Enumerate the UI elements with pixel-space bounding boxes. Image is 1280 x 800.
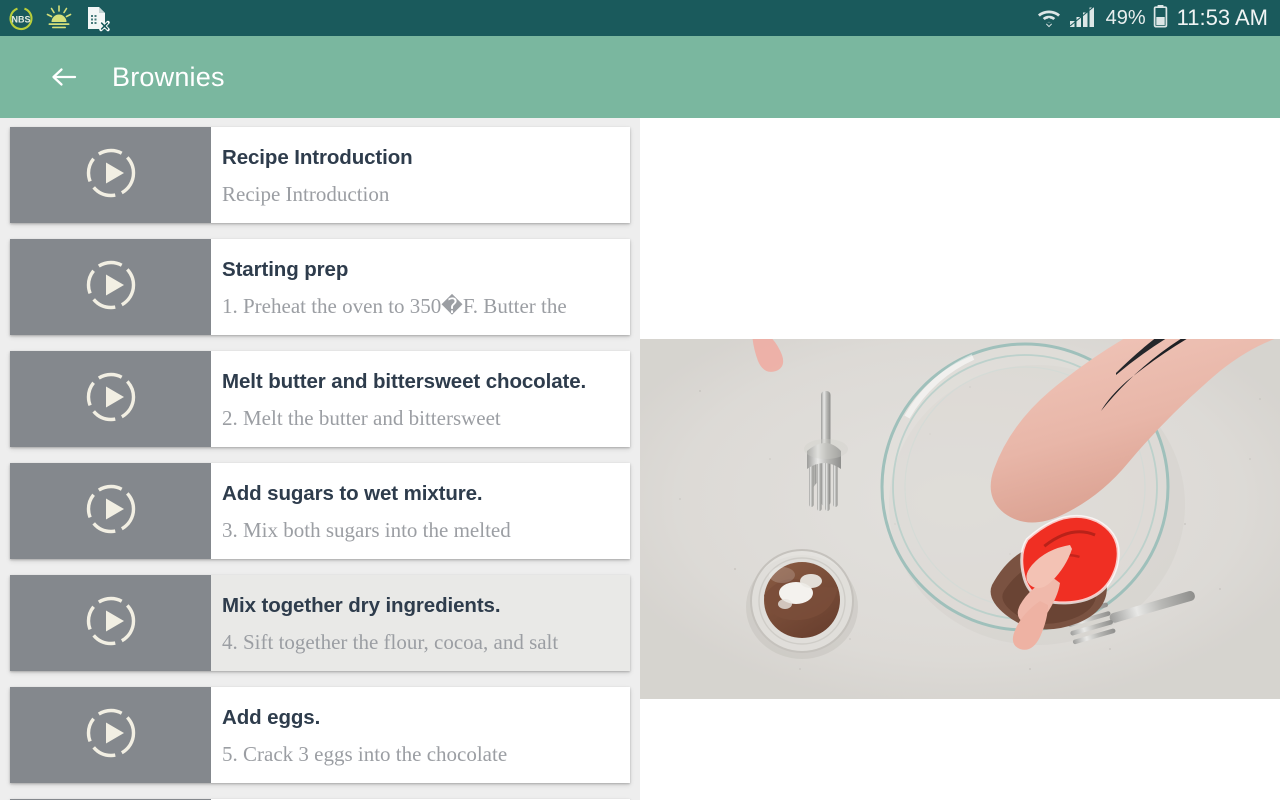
- step-subtitle: Recipe Introduction: [222, 181, 390, 206]
- play-circle-icon: [83, 145, 139, 206]
- step-thumbnail[interactable]: [10, 575, 211, 671]
- video-pane: [640, 118, 1280, 800]
- step-thumbnail[interactable]: [10, 463, 211, 559]
- step-text-block: Mix together dry ingredients. 4. Sift tog…: [211, 575, 630, 671]
- step-text-block: Add sugars to wet mixture. 3. Mix both su…: [211, 463, 630, 559]
- recipe-step-item[interactable]: Add sugars to wet mixture. 3. Mix both su…: [10, 463, 630, 559]
- step-thumbnail[interactable]: [10, 351, 211, 447]
- recipe-step-item[interactable]: Add eggs. 5. Crack 3 eggs into the chocol…: [10, 687, 630, 783]
- step-title: Add eggs.: [222, 705, 321, 729]
- recipe-step-video[interactable]: [640, 339, 1280, 699]
- step-subtitle: 2. Melt the butter and bittersweet: [222, 405, 501, 430]
- sunrise-icon: [44, 3, 74, 33]
- step-text-block: Add eggs. 5. Crack 3 eggs into the chocol…: [211, 687, 630, 783]
- step-title: Melt butter and bittersweet chocolate.: [222, 369, 587, 393]
- play-circle-icon: [83, 593, 139, 654]
- battery-percent-label: 49%: [1105, 7, 1146, 29]
- content-area: Recipe Introduction Recipe Introduction S…: [0, 118, 1280, 800]
- step-thumbnail[interactable]: [10, 239, 211, 335]
- app-bar: Brownies: [0, 36, 1280, 118]
- play-circle-icon: [83, 705, 139, 766]
- battery-icon: [1153, 4, 1168, 33]
- step-title: Mix together dry ingredients.: [222, 593, 501, 617]
- document-error-icon: [82, 3, 112, 33]
- step-text-block: Starting prep 1. Preheat the oven to 350�…: [211, 239, 630, 335]
- step-title: Add sugars to wet mixture.: [222, 481, 483, 505]
- step-title: Starting prep: [222, 257, 349, 281]
- page-title: Brownies: [112, 61, 225, 92]
- recipe-step-item[interactable]: Starting prep 1. Preheat the oven to 350�…: [10, 239, 630, 335]
- step-subtitle: 4. Sift together the flour, cocoa, and s…: [222, 629, 559, 654]
- back-arrow-icon[interactable]: [40, 53, 88, 101]
- cellular-signal-icon: [1069, 4, 1099, 33]
- svg-text:NBS: NBS: [11, 15, 30, 25]
- step-subtitle: 3. Mix both sugars into the melted: [222, 517, 511, 542]
- play-circle-icon: [83, 257, 139, 318]
- recipe-step-item[interactable]: Melt butter and bittersweet chocolate. 2.…: [10, 351, 630, 447]
- play-circle-icon: [83, 369, 139, 430]
- step-title: Recipe Introduction: [222, 145, 413, 169]
- wifi-icon: [1036, 4, 1062, 33]
- recipe-step-item[interactable]: Recipe Introduction Recipe Introduction: [10, 127, 630, 223]
- step-text-block: Melt butter and bittersweet chocolate. 2.…: [211, 351, 630, 447]
- status-bar-clock: 11:53 AM: [1176, 5, 1268, 30]
- status-bar: NBS 49% 11:53 AM: [0, 0, 1280, 36]
- step-text-block: Recipe Introduction Recipe Introduction: [211, 127, 630, 223]
- nbs-logo-icon: NBS: [6, 3, 36, 33]
- step-subtitle: 5. Crack 3 eggs into the chocolate: [222, 741, 508, 766]
- recipe-step-item[interactable]: Mix together dry ingredients. 4. Sift tog…: [10, 575, 630, 671]
- recipe-step-list[interactable]: Recipe Introduction Recipe Introduction S…: [0, 118, 640, 800]
- step-thumbnail[interactable]: [10, 127, 211, 223]
- play-circle-icon: [83, 481, 139, 542]
- step-subtitle: 1. Preheat the oven to 350�F. Butter the: [222, 293, 567, 318]
- status-bar-system-icons: 49% 11:53 AM: [1036, 4, 1280, 33]
- status-bar-notifications: NBS: [0, 3, 112, 33]
- step-thumbnail[interactable]: [10, 687, 211, 783]
